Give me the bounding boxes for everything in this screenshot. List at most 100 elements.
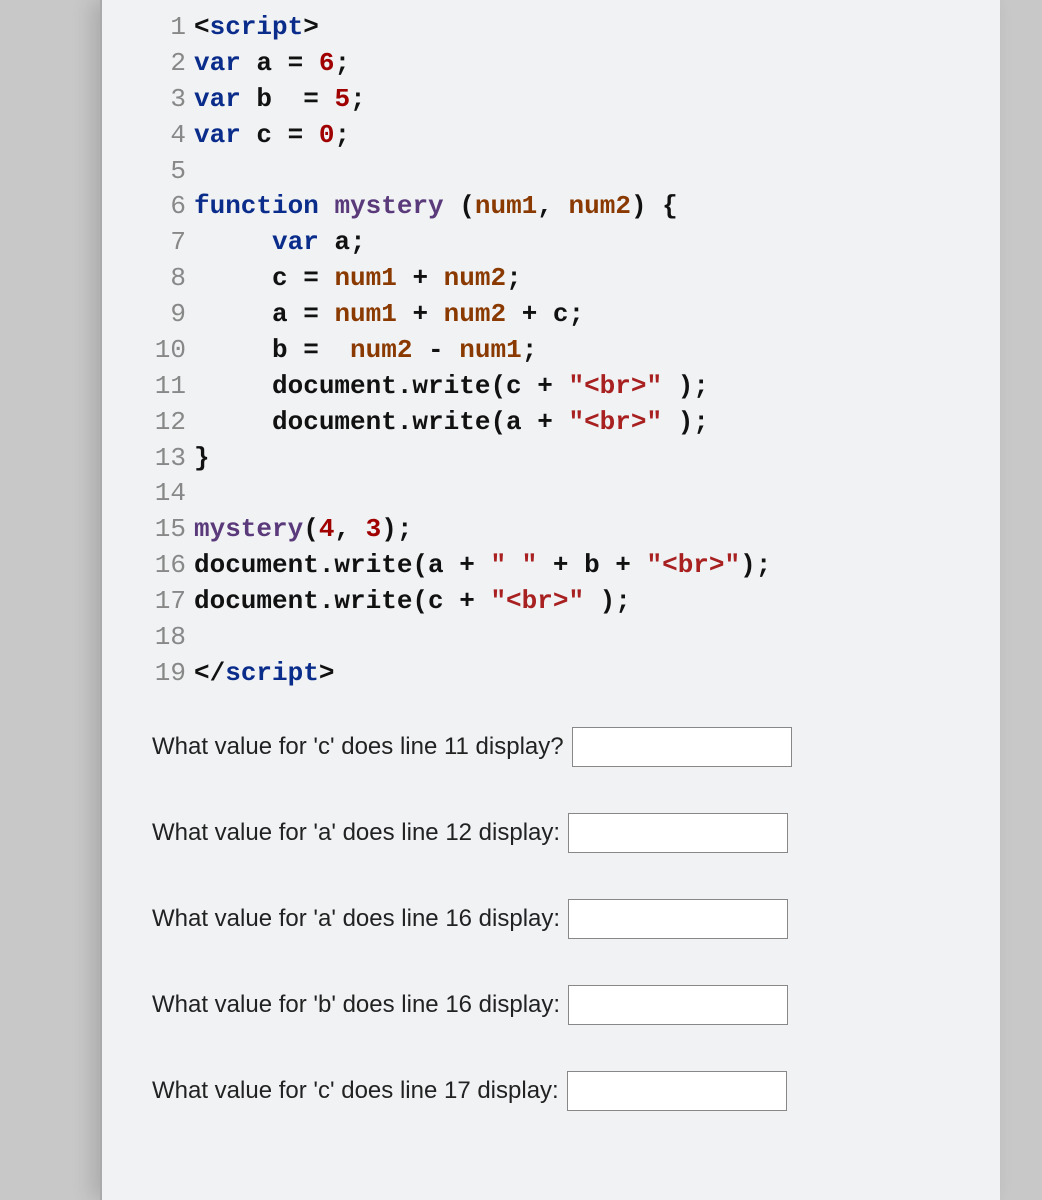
code-token: ; (522, 335, 538, 365)
code-line: 6function mystery (num1, num2) { (142, 189, 980, 225)
code-token: ); (381, 514, 412, 544)
code-line: 5 (142, 154, 980, 190)
code-token: "<br>" (490, 586, 584, 616)
code-token: , (334, 514, 365, 544)
answer-input[interactable] (572, 727, 792, 767)
code-line: 4var c = 0; (142, 118, 980, 154)
line-number: 9 (142, 297, 186, 333)
code-token: var (194, 84, 241, 114)
code-token: ( (303, 514, 319, 544)
question-row: What value for 'a' does line 12 display: (152, 813, 980, 853)
code-token: mystery (194, 514, 303, 544)
code-token: "<br>" (568, 371, 662, 401)
question-label: What value for 'a' does line 16 display: (152, 905, 560, 933)
question-label: What value for 'a' does line 12 display: (152, 819, 560, 847)
code-token: function (194, 191, 319, 221)
line-number: 17 (142, 584, 186, 620)
answer-input[interactable] (568, 985, 788, 1025)
line-number: 4 (142, 118, 186, 154)
code-token: + (397, 263, 444, 293)
code-token: num2 (444, 263, 506, 293)
code-token: mystery (334, 191, 443, 221)
code-token: num1 (334, 299, 396, 329)
code-line: 18 (142, 620, 980, 656)
line-number: 8 (142, 261, 186, 297)
code-token: + (397, 299, 444, 329)
code-token (194, 227, 272, 257)
code-token: ; (506, 263, 522, 293)
line-number: 3 (142, 82, 186, 118)
code-token: document.write(a + (194, 407, 568, 437)
question-label: What value for 'c' does line 17 display: (152, 1077, 559, 1105)
code-line: 7 var a; (142, 225, 980, 261)
code-token: ; (350, 84, 366, 114)
code-line: 10 b = num2 - num1; (142, 333, 980, 369)
code-token: b = (194, 335, 350, 365)
code-token: num2 (350, 335, 412, 365)
code-line: 11 document.write(c + "<br>" ); (142, 369, 980, 405)
code-token: document.write(c + (194, 371, 568, 401)
line-number: 16 (142, 548, 186, 584)
line-number: 6 (142, 189, 186, 225)
code-token: 5 (334, 84, 350, 114)
code-line: 12 document.write(a + "<br>" ); (142, 405, 980, 441)
line-number: 11 (142, 369, 186, 405)
code-token: a = (241, 48, 319, 78)
code-token: ); (662, 371, 709, 401)
code-token: + c; (506, 299, 584, 329)
code-token: num1 (475, 191, 537, 221)
code-line: 9 a = num1 + num2 + c; (142, 297, 980, 333)
code-token: - (412, 335, 459, 365)
code-token: 0 (319, 120, 335, 150)
code-line: 3 var b = 5; (142, 82, 980, 118)
line-number: 5 (142, 154, 186, 190)
code-token: ; (334, 48, 350, 78)
code-token: num2 (569, 191, 631, 221)
answer-input[interactable] (568, 813, 788, 853)
code-token: a = (194, 299, 334, 329)
worksheet-page: 1<script>2var a = 6;3var b = 5;4var c = … (100, 0, 1000, 1200)
line-number: 15 (142, 512, 186, 548)
code-token: ); (584, 586, 631, 616)
code-token: ); (662, 407, 709, 437)
code-token: "<br>" (568, 407, 662, 437)
code-token: ) { (631, 191, 678, 221)
line-number: 13 (142, 441, 186, 477)
answer-input[interactable] (568, 899, 788, 939)
question-row: What value for 'a' does line 16 display: (152, 899, 980, 939)
code-token: ); (740, 550, 771, 580)
line-number: 19 (142, 656, 186, 692)
code-token: " " (490, 550, 537, 580)
code-token: } (194, 443, 210, 473)
line-number: 10 (142, 333, 186, 369)
code-token: var (194, 48, 241, 78)
code-token: > (319, 658, 335, 688)
code-line: 15mystery(4, 3); (142, 512, 980, 548)
code-token: b = (241, 84, 335, 114)
code-token: , (537, 191, 568, 221)
code-token: var (272, 227, 319, 257)
question-label: What value for 'c' does line 11 display? (152, 733, 564, 761)
code-token: 4 (319, 514, 335, 544)
code-token: ; (334, 120, 350, 150)
code-token: > (303, 12, 319, 42)
code-token: 6 (319, 48, 335, 78)
code-token: var (194, 120, 241, 150)
code-line: 1<script> (142, 10, 980, 46)
code-line: 8 c = num1 + num2; (142, 261, 980, 297)
code-token: < (194, 12, 210, 42)
code-token: </ (194, 658, 225, 688)
answer-input[interactable] (567, 1071, 787, 1111)
code-token: c = (194, 263, 334, 293)
line-number: 12 (142, 405, 186, 441)
code-token: script (225, 658, 319, 688)
line-number: 14 (142, 476, 186, 512)
code-token: num1 (334, 263, 396, 293)
code-block: 1<script>2var a = 6;3var b = 5;4var c = … (142, 10, 980, 692)
code-line: 19 </script> (142, 656, 980, 692)
code-token: "<br>" (646, 550, 740, 580)
code-line: 17document.write(c + "<br>" ); (142, 584, 980, 620)
line-number: 18 (142, 620, 186, 656)
code-token: a; (319, 227, 366, 257)
question-row: What value for 'c' does line 11 display? (152, 727, 980, 767)
